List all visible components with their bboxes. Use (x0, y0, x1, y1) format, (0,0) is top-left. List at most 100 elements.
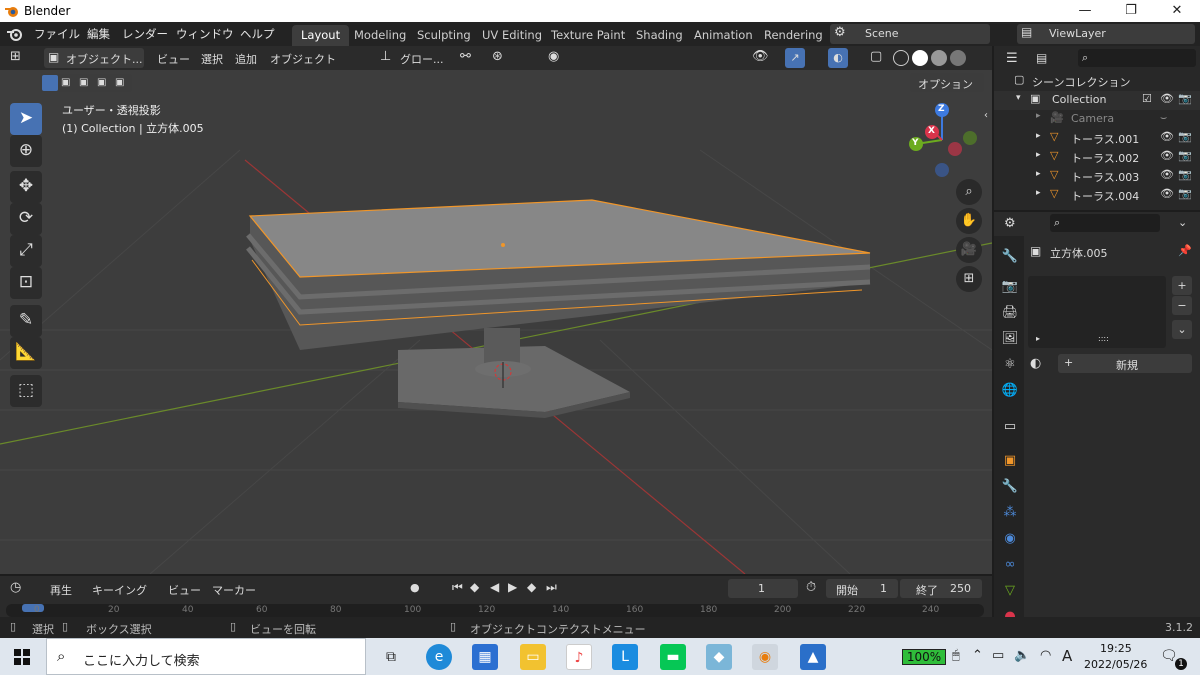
physics-tab-icon[interactable]: ◉ (998, 528, 1022, 552)
maximize-button[interactable]: ❐ (1108, 0, 1154, 22)
eye-icon[interactable]: 👁 (1160, 187, 1174, 200)
properties-search-input[interactable]: ⌕ (1050, 214, 1160, 232)
jump-start-icon[interactable]: ⏮ (452, 580, 463, 595)
menu-view[interactable]: ビュー (157, 51, 190, 67)
tab-uv-editing[interactable]: UV Editing (473, 25, 551, 46)
slot-specials-icon[interactable]: ⌄ (1172, 320, 1192, 339)
record-icon[interactable]: ● (410, 581, 420, 594)
scale-tool-icon[interactable]: ⤢ (10, 235, 42, 267)
3d-viewport[interactable]: ▣ ▣ ▣ ▣ ➤ ⊕ ✥ ⟳ ⤢ ⊡ ✎ 📐 ⬚ ユーザー・透視投影 (1) … (0, 70, 992, 574)
current-frame-field[interactable]: 1 (728, 579, 798, 598)
zoom-icon[interactable]: ⌕ (956, 179, 982, 205)
chevron-down-icon[interactable]: ⌄ (1178, 216, 1187, 229)
mouse-app-icon[interactable]: 🖱 (952, 648, 960, 663)
output-tab-icon[interactable]: 🖨 (998, 302, 1022, 326)
tab-layout[interactable]: Layout (292, 25, 350, 46)
menu-select[interactable]: 選択 (201, 51, 223, 67)
visibility-icon[interactable]: 👁 (752, 49, 769, 64)
chevron-up-icon[interactable]: ⌃ (972, 648, 983, 663)
ime-indicator[interactable]: A (1062, 647, 1072, 665)
display-mode-icon[interactable]: ▤ (1036, 51, 1047, 65)
camera-view-icon[interactable]: 🎥 (956, 237, 982, 263)
line-icon[interactable]: ▬ (660, 644, 686, 670)
menu-render[interactable]: レンダー (122, 26, 168, 42)
eye-icon[interactable]: 👁 (1160, 168, 1174, 181)
ortho-grid-icon[interactable]: ⊞ (956, 266, 982, 292)
eye-icon[interactable]: 👁 (1160, 130, 1174, 143)
tab-sculpting[interactable]: Sculpting (408, 25, 480, 46)
store-icon[interactable]: ▦ (472, 644, 498, 670)
prev-keyframe-icon[interactable]: ◆ (470, 580, 479, 594)
render-tab-icon[interactable]: 📷 (998, 276, 1022, 300)
eye-icon[interactable]: 👁 (1160, 92, 1174, 105)
tool-tab-icon[interactable]: 🔧 (998, 246, 1022, 270)
editor-type-icon[interactable]: ⊞ (10, 49, 21, 64)
wifi-icon[interactable]: ◠ (1040, 648, 1051, 663)
next-keyframe-icon[interactable]: ◆ (527, 580, 536, 594)
edge-icon[interactable]: e (426, 644, 452, 670)
camera-render-icon[interactable]: 📷 (1178, 149, 1192, 162)
view-layer-tab-icon[interactable]: 🖼 (998, 328, 1022, 352)
playback-menu[interactable]: 再生 (50, 582, 72, 598)
new-material-button[interactable]: + 新規 (1058, 354, 1192, 373)
select-intersect-icon[interactable]: ▣ (115, 77, 124, 88)
itunes-icon[interactable]: ♪ (566, 644, 592, 670)
menu-object[interactable]: オブジェクト (270, 51, 336, 67)
scene-collection-row[interactable]: ▢ シーンコレクション (994, 72, 1200, 91)
timeline-view-menu[interactable]: ビュー (168, 582, 201, 598)
view-layer-selector[interactable]: ▤ ViewLayer (1017, 24, 1195, 44)
list-resize-handle[interactable]: :::: (1098, 334, 1109, 343)
material-browse-icon[interactable]: ◐ (1030, 356, 1041, 371)
select-mode-group[interactable]: ▣ ▣ ▣ ▣ (40, 74, 132, 92)
transform-tool-icon[interactable]: ⊡ (10, 267, 42, 299)
menu-add[interactable]: 追加 (235, 51, 257, 67)
xray-icon[interactable]: ▢ (870, 49, 882, 64)
outliner-editor-icon[interactable]: ☰ (1006, 51, 1018, 66)
modifier-tab-icon[interactable]: 🔧 (998, 476, 1022, 500)
start-frame-field[interactable]: 開始 1 (826, 579, 898, 598)
data-tab-icon[interactable]: ▽ (998, 580, 1022, 604)
outliner-item[interactable]: ▸ ▽ トーラス.001 👁 📷 (994, 129, 1200, 148)
menu-help[interactable]: ヘルプ (240, 26, 275, 42)
material-slot-list[interactable]: ▸ :::: (1028, 276, 1166, 348)
orientation-dropdown[interactable]: グロー... (400, 51, 444, 67)
cursor-tool-icon[interactable]: ⊕ (10, 135, 42, 167)
gizmo-toggle-icon[interactable]: ↗ (785, 48, 805, 68)
particles-tab-icon[interactable]: ⁂ (998, 502, 1022, 526)
scene-tab-icon[interactable]: ⚛ (998, 354, 1022, 378)
camera-render-icon[interactable]: 📷 (1178, 130, 1192, 143)
keying-menu[interactable]: キーイング (92, 582, 147, 598)
play-icon[interactable]: ▶ (508, 580, 517, 594)
expand-icon[interactable]: ▸ (1036, 188, 1041, 198)
blender-menu-icon[interactable] (7, 26, 23, 42)
jump-end-icon[interactable]: ⏭ (546, 580, 557, 595)
windows-start-icon[interactable] (14, 649, 30, 665)
camera-render-icon[interactable]: 📷 (1178, 92, 1192, 105)
minimize-button[interactable]: — (1062, 0, 1108, 22)
rotate-tool-icon[interactable]: ⟳ (10, 203, 42, 235)
add-slot-button[interactable]: + (1172, 276, 1192, 295)
eye-hidden-icon[interactable]: ⌣ (1160, 111, 1167, 125)
timeline-editor-icon[interactable]: ◷ (10, 580, 21, 595)
expand-icon[interactable]: ▸ (1036, 131, 1041, 141)
battery-indicator[interactable]: 100% (902, 649, 946, 665)
task-view-icon[interactable]: ⧉ (378, 644, 404, 670)
stopwatch-icon[interactable]: ⏱ (806, 580, 816, 595)
outliner-item[interactable]: ▸ ▽ トーラス.002 👁 📷 (994, 148, 1200, 167)
expand-icon[interactable]: ▸ (1036, 111, 1041, 121)
properties-editor-icon[interactable]: ⚙ (1004, 216, 1016, 231)
menu-edit[interactable]: 編集 (87, 26, 110, 42)
pin-icon[interactable]: 📌 (1178, 244, 1192, 257)
camera-render-icon[interactable]: 📷 (1178, 168, 1192, 181)
overlay-toggle-icon[interactable]: ◐ (828, 48, 848, 68)
checkbox-icon[interactable]: ☑ (1142, 92, 1152, 105)
select-subtract-icon[interactable]: ▣ (79, 77, 88, 88)
collection-tab-icon[interactable]: ▭ (998, 416, 1022, 440)
add-cube-tool-icon[interactable]: ⬚ (10, 375, 42, 407)
marker-menu[interactable]: マーカー (212, 582, 256, 598)
material-shading-icon[interactable] (931, 50, 947, 66)
options-dropdown[interactable]: オプション (910, 73, 984, 92)
annotate-tool-icon[interactable]: ✎ (10, 305, 42, 337)
mode-dropdown[interactable]: ▣ オブジェクト... (44, 48, 144, 68)
taskbar-search-input[interactable]: ⌕ ここに入力して検索 (46, 638, 366, 675)
